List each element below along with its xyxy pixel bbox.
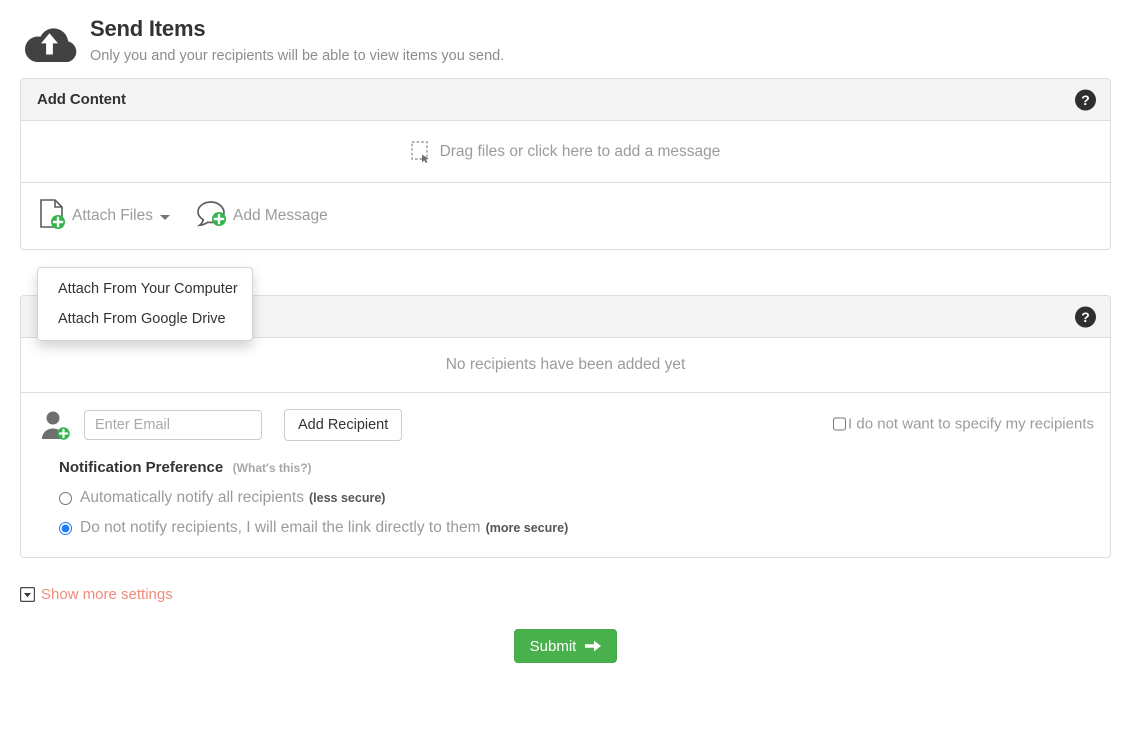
- message-add-icon: [196, 200, 228, 233]
- email-field[interactable]: [84, 410, 262, 440]
- svg-text:?: ?: [1081, 91, 1090, 107]
- submit-button[interactable]: Submit: [514, 629, 618, 663]
- notify-option-automatic-note: (less secure): [309, 491, 385, 505]
- add-content-panel: Add Content ? Drag files or click here t…: [20, 78, 1111, 250]
- notify-option-manual-radio[interactable]: [59, 522, 72, 535]
- content-action-bar: Attach Files Add Message: [21, 183, 1110, 249]
- arrow-right-icon: [585, 639, 601, 653]
- notification-preference-block: Notification Preference (What's this?) A…: [21, 455, 1110, 557]
- page-header-text: Send Items Only you and your recipients …: [90, 16, 504, 66]
- dropdown-item-attach-from-google-drive[interactable]: Attach From Google Drive: [38, 304, 252, 334]
- notify-option-manual-note: (more secure): [486, 521, 569, 535]
- page-subtitle: Only you and your recipients will be abl…: [90, 46, 504, 66]
- notify-option-manual-label: Do not notify recipients, I will email t…: [80, 519, 481, 537]
- add-content-body: Drag files or click here to add a messag…: [21, 121, 1110, 249]
- show-more-settings-label[interactable]: Show more settings: [41, 586, 173, 603]
- add-message-button[interactable]: Add Message: [196, 200, 328, 233]
- recipient-input-row: Add Recipient I do not want to specify m…: [21, 393, 1110, 455]
- person-add-icon: [39, 410, 73, 440]
- page-title: Send Items: [90, 16, 504, 42]
- notify-option-manual[interactable]: Do not notify recipients, I will email t…: [59, 519, 1094, 537]
- attach-files-button[interactable]: Attach Files: [39, 199, 170, 234]
- dropdown-item-attach-from-computer[interactable]: Attach From Your Computer: [38, 274, 252, 304]
- dropzone[interactable]: Drag files or click here to add a messag…: [21, 121, 1110, 183]
- file-add-icon: [39, 199, 67, 234]
- notify-option-automatic-radio[interactable]: [59, 492, 72, 505]
- add-recipient-button[interactable]: Add Recipient: [284, 409, 402, 441]
- help-icon-add-content[interactable]: ?: [1075, 89, 1096, 110]
- whats-this-link[interactable]: (What's this?): [233, 461, 312, 475]
- add-content-title: Add Content: [37, 91, 126, 108]
- caret-down-icon: [160, 215, 170, 220]
- notify-option-automatic-label: Automatically notify all recipients: [80, 489, 304, 507]
- no-recipients-message: No recipients have been added yet: [21, 338, 1110, 393]
- submit-button-label: Submit: [530, 638, 577, 655]
- no-specify-recipients-checkbox[interactable]: [833, 418, 846, 431]
- cloud-upload-icon: [20, 20, 82, 72]
- add-content-panel-heading: Add Content ?: [21, 79, 1110, 121]
- notify-option-automatic[interactable]: Automatically notify all recipients (les…: [59, 489, 1094, 507]
- add-recipients-body: No recipients have been added yet Add Re…: [21, 338, 1110, 557]
- page-header: Send Items Only you and your recipients …: [0, 0, 1131, 78]
- show-more-settings-toggle[interactable]: Show more settings: [20, 586, 173, 603]
- drag-drop-icon: [411, 141, 431, 163]
- submit-row: Submit: [0, 629, 1131, 663]
- notification-preference-title: Notification Preference: [59, 459, 223, 476]
- no-specify-recipients-label: I do not want to specify my recipients: [848, 416, 1094, 433]
- attach-files-label: Attach Files: [72, 207, 153, 225]
- attach-files-dropdown-menu: Attach From Your Computer Attach From Go…: [37, 267, 253, 341]
- no-specify-recipients-option[interactable]: I do not want to specify my recipients: [833, 416, 1094, 433]
- svg-text:?: ?: [1081, 308, 1090, 324]
- dropzone-label: Drag files or click here to add a messag…: [440, 143, 721, 161]
- add-message-label: Add Message: [233, 207, 328, 225]
- help-icon-add-recipients[interactable]: ?: [1075, 306, 1096, 327]
- caret-down-box-icon: [20, 587, 35, 602]
